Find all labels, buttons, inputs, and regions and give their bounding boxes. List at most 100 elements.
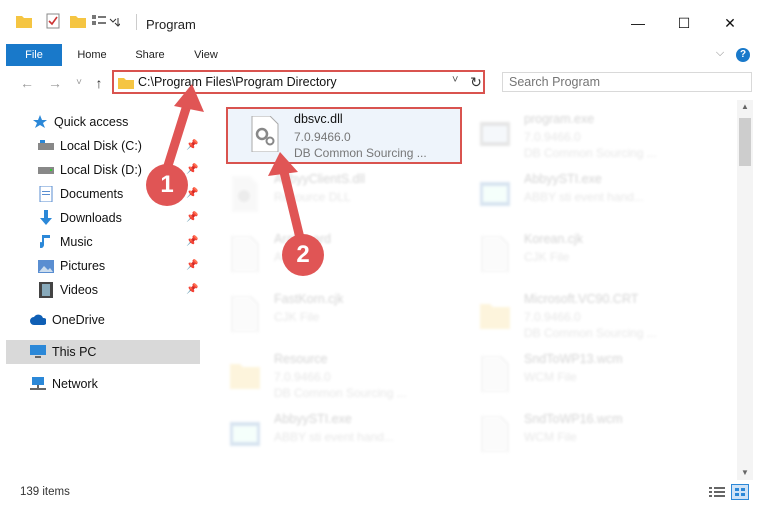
file-item[interactable]: SndToWP13.wcm WCM File: [456, 348, 696, 404]
document-icon: [480, 415, 510, 453]
scroll-down-icon[interactable]: ▼: [741, 468, 749, 477]
title-bar: Program — ☐ ✕: [0, 0, 769, 44]
drive-icon: [38, 163, 54, 177]
sidebar-item-network[interactable]: Network: [30, 372, 230, 396]
new-folder-icon[interactable]: [70, 12, 86, 30]
file-version: 7.0.9466.0: [524, 130, 581, 144]
file-name: AbbyySTI.exe: [274, 412, 352, 426]
document-icon: [230, 235, 260, 273]
file-type: CJK File: [524, 250, 570, 264]
tab-share[interactable]: Share: [128, 44, 172, 66]
file-item[interactable]: program.exe 7.0.9466.0 DB Common Sourcin…: [456, 108, 696, 164]
file-name: FastKorn.cjk: [274, 292, 344, 306]
minimize-button[interactable]: —: [615, 8, 661, 38]
file-name: program.exe: [524, 112, 595, 126]
file-item[interactable]: FastKorn.cjk CJK File: [206, 288, 446, 344]
file-name: dbsvc.dll: [294, 112, 343, 126]
folder-icon: [118, 76, 134, 92]
dll-gear-icon: [230, 176, 260, 212]
download-arrow-icon: [38, 210, 54, 225]
file-version: 7.0.9466.0: [524, 310, 581, 324]
sidebar-item-label: OneDrive: [52, 313, 105, 327]
address-bar[interactable]: C:\Program Files\Program Directory ˅: [112, 70, 485, 94]
documents-icon: [38, 186, 54, 202]
star-icon: [32, 115, 48, 129]
application-icon: [480, 116, 510, 152]
dll-gear-icon: [250, 115, 280, 153]
pin-icon[interactable]: 📌: [186, 284, 198, 295]
application-icon: [230, 416, 260, 452]
title-divider: [136, 14, 137, 30]
tab-view[interactable]: View: [184, 44, 228, 66]
address-path[interactable]: C:\Program Files\Program Directory: [138, 75, 337, 89]
address-dropdown-icon[interactable]: ˅: [452, 74, 458, 86]
file-name: AbbyyClientS.dll: [274, 172, 366, 186]
back-button[interactable]: ←: [18, 74, 36, 92]
folder-icon: [230, 356, 260, 392]
sidebar-item-label: Local Disk (D:): [60, 163, 142, 177]
file-item[interactable]: AbbyyClientS.dll Resource DLL: [206, 168, 446, 224]
scrollbar-thumb[interactable]: [739, 118, 751, 166]
folder-icon: [480, 296, 510, 332]
drive-icon: [38, 139, 54, 153]
sidebar-item-label: Downloads: [60, 211, 122, 225]
item-count: 139 items: [20, 486, 70, 498]
step-2-badge: 2: [282, 234, 324, 276]
file-description: ABBY sti event hand...: [274, 430, 394, 444]
close-button[interactable]: ✕: [707, 8, 753, 38]
file-name: Resource: [274, 352, 328, 366]
file-item[interactable]: AbbyySTI.exe ABBY sti event hand...: [206, 408, 446, 464]
search-input[interactable]: [502, 72, 752, 92]
sidebar-item-this-pc[interactable]: This PC: [6, 340, 200, 364]
file-description: DB Common Sourcing ...: [524, 326, 657, 340]
sidebar-item-label: Music: [60, 235, 93, 249]
file-item[interactable]: Arabic.ard ARD File: [206, 228, 446, 284]
status-bar: 139 items: [0, 480, 769, 517]
ribbon-expand-icon[interactable]: ⌵: [712, 47, 728, 63]
sidebar-item-label: Local Disk (C:): [60, 139, 142, 153]
film-icon: [38, 282, 54, 298]
file-item[interactable]: SndToWP16.wcm WCM File: [456, 408, 696, 464]
file-description: DB Common Sourcing ...: [294, 146, 427, 160]
forward-button[interactable]: →: [46, 74, 64, 92]
file-item[interactable]: Korean.cjk CJK File: [456, 228, 696, 284]
sidebar-item-quick-access[interactable]: Quick access: [32, 110, 232, 134]
scroll-up-icon[interactable]: ▲: [741, 102, 749, 111]
file-name: SndToWP16.wcm: [524, 412, 623, 426]
music-note-icon: [38, 235, 54, 249]
maximize-button[interactable]: ☐: [661, 8, 707, 38]
file-version: 7.0.9466.0: [294, 130, 351, 144]
pin-icon[interactable]: 📌: [186, 260, 198, 271]
file-item[interactable]: AbbyySTI.exe ABBY sti event hand...: [456, 168, 696, 224]
sidebar-item-label: Network: [52, 377, 98, 391]
pin-icon[interactable]: 📌: [186, 236, 198, 247]
pin-icon[interactable]: 📌: [186, 212, 198, 223]
file-item[interactable]: Resource 7.0.9466.0 DB Common Sourcing .…: [206, 348, 446, 404]
refresh-button[interactable]: ↻: [466, 72, 486, 92]
vertical-scrollbar[interactable]: ▲ ▼: [737, 100, 753, 480]
ribbon: File Home Share View ⌵ ?: [0, 44, 769, 100]
file-description: DB Common Sourcing ...: [274, 386, 407, 400]
pin-icon[interactable]: 📌: [186, 140, 198, 151]
pin-icon[interactable]: 📌: [186, 188, 198, 199]
customize-toolbar-icon[interactable]: [92, 12, 120, 30]
properties-icon[interactable]: [46, 12, 60, 30]
window-title: Program: [146, 17, 196, 32]
tab-home[interactable]: Home: [70, 44, 114, 66]
folder-icon: [16, 12, 32, 30]
file-item-dbsvc-dll[interactable]: dbsvc.dll 7.0.9466.0 DB Common Sourcing …: [226, 108, 466, 164]
cloud-icon: [30, 313, 46, 327]
up-button[interactable]: ↑: [90, 74, 108, 92]
file-type: WCM File: [524, 430, 577, 444]
recent-locations-icon[interactable]: ˅: [70, 74, 88, 92]
large-icons-view-icon[interactable]: [731, 484, 749, 500]
sidebar-item-label: Quick access: [54, 115, 129, 129]
network-icon: [30, 377, 46, 391]
file-list: dbsvc.dll 7.0.9466.0 DB Common Sourcing …: [206, 100, 736, 480]
sidebar-item-onedrive[interactable]: OneDrive: [30, 308, 230, 332]
file-type: WCM File: [524, 370, 577, 384]
pin-icon[interactable]: 📌: [186, 164, 198, 175]
help-icon[interactable]: ?: [736, 48, 750, 62]
details-view-icon[interactable]: [709, 486, 725, 501]
file-item[interactable]: Microsoft.VC90.CRT 7.0.9466.0 DB Common …: [456, 288, 696, 344]
